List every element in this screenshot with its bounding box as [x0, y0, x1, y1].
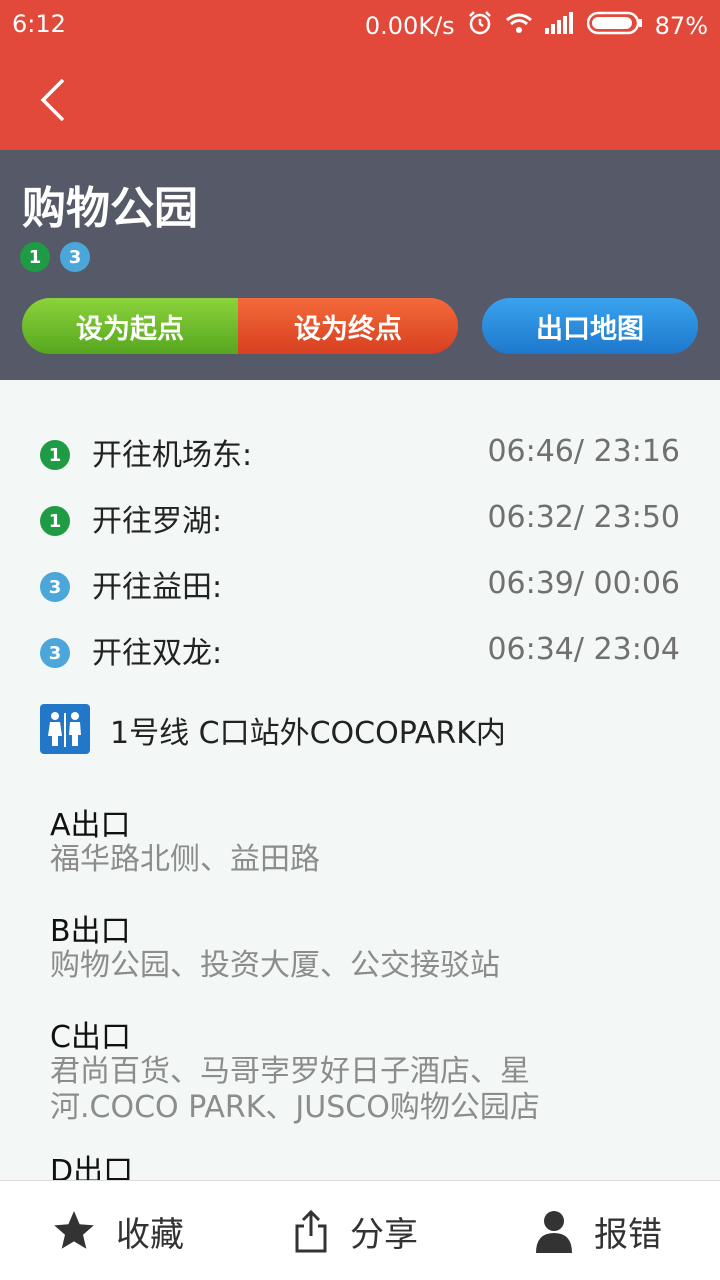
line-1-badge: 1: [40, 440, 70, 470]
schedule-row: 1 开往罗湖: 06:32/ 23:50: [40, 494, 680, 544]
chevron-left-icon: [40, 78, 65, 122]
line-3-badge: 3: [40, 572, 70, 602]
station-header: 购物公园 1 3 设为起点 设为终点 出口地图: [0, 150, 720, 380]
status-right: 0.00K/s 87%: [365, 10, 708, 42]
schedule-direction: 开往罗湖:: [92, 504, 223, 539]
bottom-toolbar: 收藏 分享 报错: [0, 1180, 720, 1280]
set-start-button[interactable]: 设为起点: [22, 298, 238, 354]
exit-name: A出口: [50, 808, 131, 843]
line-3-badge: 3: [40, 638, 70, 668]
signal-icon: [544, 12, 575, 40]
schedule-row: 1 开往机场东: 06:46/ 23:16: [40, 428, 680, 478]
exit-name: C出口: [50, 1020, 131, 1055]
user-icon: [536, 1211, 572, 1253]
station-info: 1 开往机场东: 06:46/ 23:16 1 开往罗湖: 06:32/ 23:…: [0, 380, 720, 1180]
wifi-icon: [505, 12, 533, 40]
battery-icon: [586, 11, 643, 41]
schedule-times: 06:32/ 23:50: [487, 500, 680, 535]
exit-map-button[interactable]: 出口地图: [482, 298, 698, 354]
battery-level: 87%: [654, 12, 708, 40]
schedule-direction: 开往益田:: [92, 570, 223, 605]
share-label: 分享: [350, 1214, 418, 1255]
alarm-icon: [467, 10, 493, 42]
schedule-times: 06:46/ 23:16: [487, 434, 680, 469]
exit-name: D出口: [50, 1154, 134, 1180]
schedule-direction: 开往机场东:: [92, 438, 253, 473]
net-speed: 0.00K/s: [364, 12, 455, 40]
line-1-badge: 1: [40, 506, 70, 536]
line-badges: 1 3: [20, 242, 90, 272]
restroom-info: 1号线 C口站外COCOPARK内: [40, 702, 680, 756]
set-end-button[interactable]: 设为终点: [238, 298, 458, 354]
report-label: 报错: [594, 1214, 662, 1255]
line-3-badge: 3: [60, 242, 90, 272]
line-1-badge: 1: [20, 242, 50, 272]
report-button[interactable]: 报错: [534, 1207, 662, 1255]
star-icon: [54, 1211, 94, 1249]
restroom-location: 1号线 C口站外COCOPARK内: [110, 716, 506, 751]
schedule-row: 3 开往双龙: 06:34/ 23:04: [40, 626, 680, 676]
favorite-label: 收藏: [116, 1214, 184, 1255]
station-name: 购物公园: [22, 183, 198, 234]
start-end-button-group: 设为起点 设为终点: [22, 298, 458, 354]
status-bar: 6:12 0.00K/s 87%: [0, 0, 720, 50]
status-time: 6:12: [12, 10, 66, 38]
schedule-times: 06:34/ 23:04: [487, 632, 680, 667]
schedule-times: 06:39/ 00:06: [487, 566, 680, 601]
exit-description: 福华路北侧、益田路: [50, 842, 320, 877]
share-icon: [295, 1209, 327, 1253]
exit-description: 购物公园、投资大厦、公交接驳站: [50, 948, 500, 983]
back-button[interactable]: [28, 72, 76, 128]
favorite-button[interactable]: 收藏: [52, 1207, 184, 1255]
app-bar: [0, 50, 720, 150]
restroom-icon: [40, 704, 90, 754]
schedule-direction: 开往双龙:: [92, 636, 223, 671]
exit-description: 君尚百货、马哥孛罗好日子酒店、星河.COCO PARK、JUSCO购物公园店: [50, 1054, 540, 1125]
schedule-row: 3 开往益田: 06:39/ 00:06: [40, 560, 680, 610]
exit-name: B出口: [50, 914, 131, 949]
share-button[interactable]: 分享: [292, 1207, 418, 1255]
